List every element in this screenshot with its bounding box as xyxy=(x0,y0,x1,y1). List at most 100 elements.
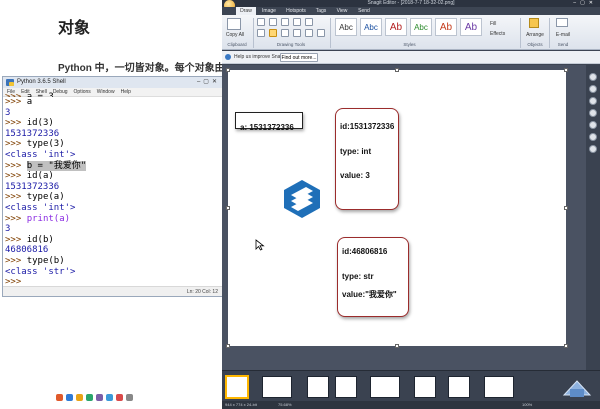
shell-prompt: >>> xyxy=(5,118,27,129)
resize-handle[interactable] xyxy=(226,344,230,348)
app-icon[interactable] xyxy=(106,394,113,401)
find-out-more-button[interactable]: Find out more... xyxy=(280,53,318,62)
resize-handle[interactable] xyxy=(564,68,568,72)
text-tool-icon[interactable] xyxy=(269,29,277,37)
python-shell-window[interactable]: Python 3.6.5 Shell –▢✕ File Edit Shell Debu… xyxy=(2,76,223,297)
app-icon[interactable] xyxy=(66,394,73,401)
resize-handle[interactable] xyxy=(395,68,399,72)
style-swatch[interactable]: Abc xyxy=(335,18,357,36)
tab-draw[interactable]: Draw xyxy=(236,7,256,15)
shell-output[interactable]: >>> a = 3 >>> a 3 >>> id(3) 1531372336 >>> ty… xyxy=(5,92,222,288)
taskbar-tray xyxy=(56,394,133,404)
side-tool-icon[interactable] xyxy=(589,121,597,129)
fill-button[interactable]: Fill xyxy=(490,21,496,27)
resize-handle[interactable] xyxy=(226,68,230,72)
str-object-value: value:"我爱你" xyxy=(342,290,397,299)
callout-tool-icon[interactable] xyxy=(269,18,277,26)
int-object-id: id:1531372336 xyxy=(340,122,395,131)
clipboard-group-label: Clipboard xyxy=(227,42,247,47)
shape-tool-icon[interactable] xyxy=(293,29,301,37)
shell-line: 1531372336 xyxy=(5,129,222,140)
copy-all-button[interactable]: Copy All xyxy=(225,32,245,38)
shell-code: 1531372336 xyxy=(5,128,60,139)
side-tool-panel xyxy=(586,65,600,370)
tab-send[interactable]: Send xyxy=(354,7,374,15)
eraser-tool-icon[interactable] xyxy=(317,29,325,37)
shell-title: Python 3.6.5 Shell xyxy=(17,79,66,85)
select-tool-icon[interactable] xyxy=(257,18,265,26)
style-swatch[interactable]: Ab xyxy=(385,18,407,36)
style-swatch[interactable]: Abc xyxy=(410,18,432,36)
int-object-box: id:1531372336 type: int value: 3 xyxy=(335,108,399,210)
app-icon[interactable] xyxy=(86,394,93,401)
tray-thumbnail[interactable] xyxy=(335,376,357,398)
tray-thumbnail[interactable] xyxy=(484,376,514,398)
resize-handle[interactable] xyxy=(226,206,230,210)
side-tool-icon[interactable] xyxy=(589,133,597,141)
shell-line: 1531372336 xyxy=(5,182,222,193)
resize-handle[interactable] xyxy=(395,344,399,348)
tray-thumbnail[interactable] xyxy=(448,376,470,398)
effects-button[interactable]: Effects xyxy=(490,31,505,37)
arrange-icon[interactable] xyxy=(529,18,539,28)
app-icon[interactable] xyxy=(76,394,83,401)
app-icon[interactable] xyxy=(56,394,63,401)
str-object-box: id:46806816 type: str value:"我爱你" xyxy=(337,237,409,317)
shell-line: <class 'int'> xyxy=(5,203,222,214)
shell-title-bar[interactable]: Python 3.6.5 Shell –▢✕ xyxy=(3,77,222,88)
side-tool-icon[interactable] xyxy=(589,145,597,153)
style-swatch[interactable]: Abc xyxy=(360,18,382,36)
style-swatch[interactable]: Ab xyxy=(460,18,482,36)
style-swatch[interactable]: Ab xyxy=(435,18,457,36)
pen-tool-icon[interactable] xyxy=(305,18,313,26)
resize-handle[interactable] xyxy=(564,344,568,348)
side-tool-icon[interactable] xyxy=(589,109,597,117)
tray-thumbnail[interactable] xyxy=(226,376,248,398)
window-controls[interactable]: –▢✕ xyxy=(197,78,220,85)
shell-line: >>> print(a) xyxy=(5,214,222,225)
side-tool-icon[interactable] xyxy=(589,85,597,93)
resize-handle[interactable] xyxy=(564,206,568,210)
snagit-editor-window[interactable]: Snagit Editor - [2018-7-7 18-32-02.png] … xyxy=(222,0,600,409)
fill-tool-icon[interactable] xyxy=(305,29,313,37)
shell-prompt: >>> xyxy=(5,234,27,245)
stamp-tool-icon[interactable] xyxy=(293,18,301,26)
snagit-title-bar[interactable]: Snagit Editor - [2018-7-7 18-32-02.png] … xyxy=(222,0,600,7)
image-size-readout: 944 x 774 x 24-bit xyxy=(225,402,257,407)
shell-prompt: >>> xyxy=(5,97,27,107)
tab-hotspots[interactable]: Hotspots xyxy=(282,7,310,15)
brand-logo-icon xyxy=(284,180,320,218)
side-tool-icon[interactable] xyxy=(589,73,597,81)
tray-thumbnail[interactable] xyxy=(262,376,292,398)
objects-group-label: Objects xyxy=(527,42,543,47)
tab-view[interactable]: View xyxy=(332,7,352,15)
shell-code: 3 xyxy=(5,224,11,235)
window-controls[interactable]: –▢✕ xyxy=(573,0,597,7)
info-bar: Help us improve Snagit Find out more... xyxy=(222,51,600,64)
shell-code: type(b) xyxy=(26,255,65,266)
app-icon[interactable] xyxy=(126,394,133,401)
side-tool-icon[interactable] xyxy=(589,97,597,105)
arrow-tool-icon[interactable] xyxy=(281,18,289,26)
tab-tags[interactable]: Tags xyxy=(312,7,330,15)
arrange-button[interactable]: Arrange xyxy=(522,32,548,38)
email-icon[interactable] xyxy=(556,18,568,27)
shell-line: >>> a xyxy=(5,97,222,108)
str-object-id: id:46806816 xyxy=(342,247,388,256)
canvas-area[interactable]: a: 1531372336 id:1531372336 type: int va… xyxy=(222,65,586,370)
zoom-slider-value: 100% xyxy=(522,402,533,407)
variable-a-box: a: 1531372336 xyxy=(235,112,303,132)
zoom-tool-icon[interactable] xyxy=(257,29,265,37)
tray-thumbnail[interactable] xyxy=(414,376,436,398)
app-icon[interactable] xyxy=(96,394,103,401)
app-icon[interactable] xyxy=(116,394,123,401)
tray-thumbnail[interactable] xyxy=(307,376,329,398)
library-icon[interactable] xyxy=(562,377,592,399)
copy-icon[interactable] xyxy=(227,18,241,30)
shell-code: type(a) xyxy=(26,192,65,203)
line-tool-icon[interactable] xyxy=(281,29,289,37)
tray-thumbnail[interactable] xyxy=(370,376,400,398)
image-canvas[interactable]: a: 1531372336 id:1531372336 type: int va… xyxy=(226,68,568,348)
email-button[interactable]: E-mail xyxy=(550,32,576,38)
tab-image[interactable]: Image xyxy=(258,7,280,15)
